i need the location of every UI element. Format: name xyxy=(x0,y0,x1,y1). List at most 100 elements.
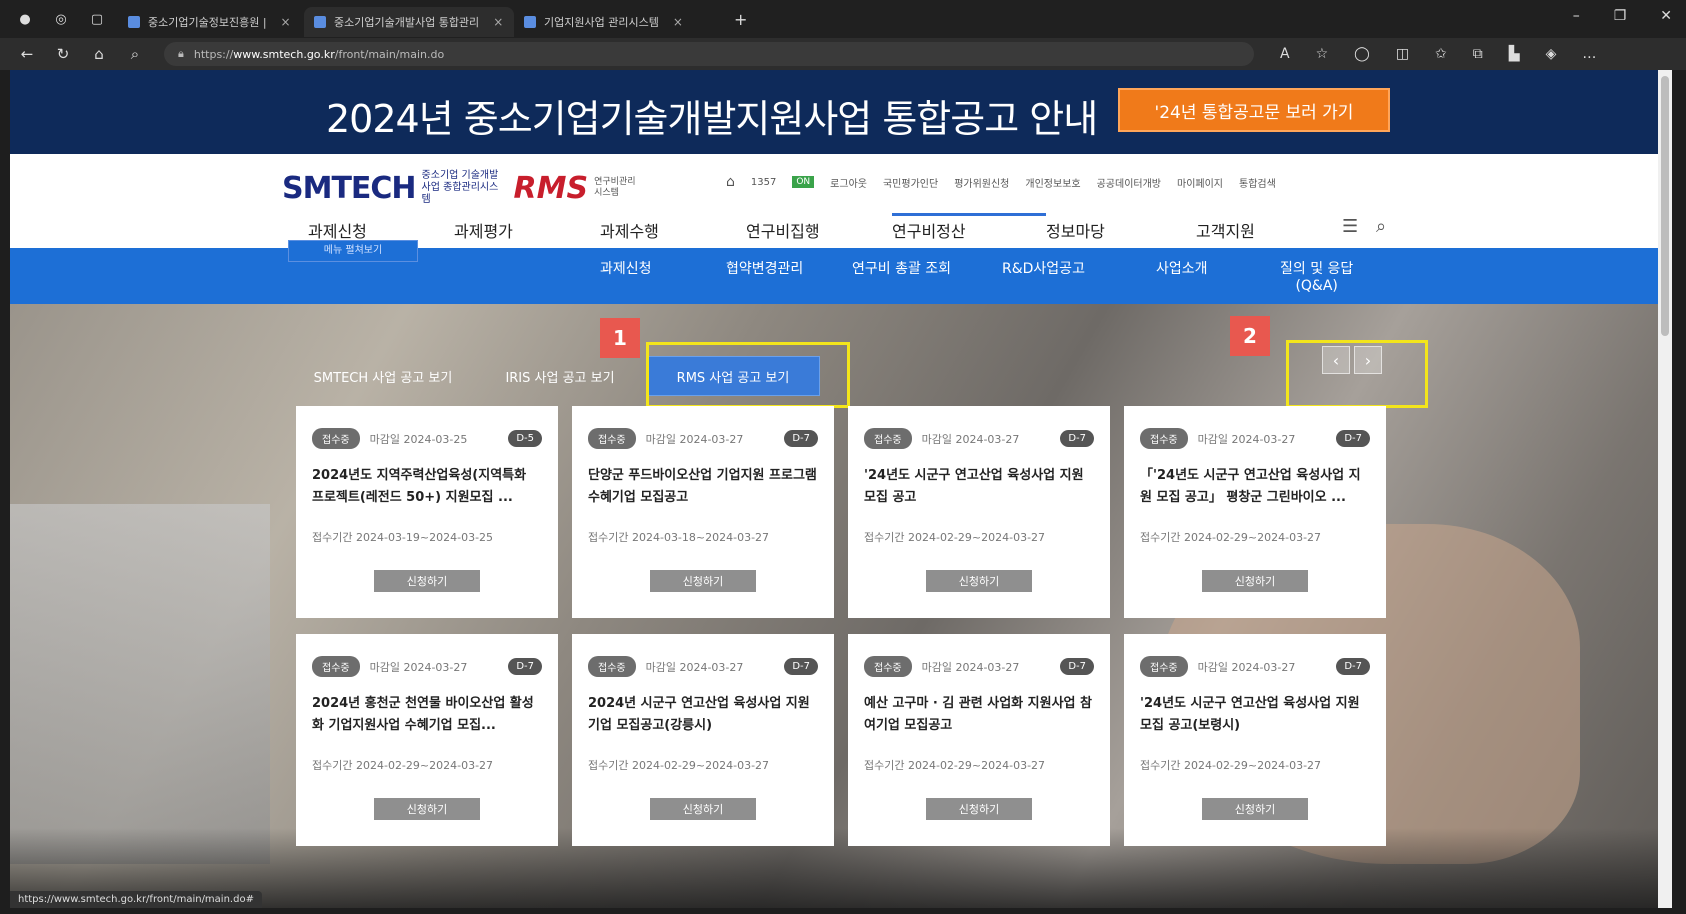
announcement-card[interactable]: 접수중 마감일 2024-03-27 D-7 단양군 푸드바이오산업 기업지원 프로… xyxy=(572,406,834,618)
card-title[interactable]: 「'24년도 시군구 연고산업 육성사업 지원 모집 공고」 평창군 그린바이오… xyxy=(1140,465,1370,509)
apply-button[interactable]: 신청하기 xyxy=(374,570,480,592)
util-mypage[interactable]: 마이페이지 xyxy=(1177,175,1223,190)
util-evaluator[interactable]: 평가위원신청 xyxy=(954,175,1009,190)
home-icon[interactable]: ⌂ xyxy=(90,45,108,63)
scrollbar-thumb[interactable] xyxy=(1661,76,1669,336)
util-citizen-panel[interactable]: 국민평가인단 xyxy=(883,175,938,190)
util-search[interactable]: 통합검색 xyxy=(1239,175,1276,190)
announcement-card[interactable]: 접수중 마감일 2024-03-27 D-7 예산 고구마 · 김 관련 사업화 지… xyxy=(848,634,1110,846)
card-title[interactable]: '24년도 시군구 연고산업 육성사업 지원 모집 공고 xyxy=(864,465,1094,509)
apply-button[interactable]: 신청하기 xyxy=(926,570,1032,592)
nav-item[interactable]: 고객지원 xyxy=(1196,218,1306,242)
util-privacy[interactable]: 개인정보보호 xyxy=(1025,175,1080,190)
card-title[interactable]: 2024년 홍천군 천연물 바이오산업 활성화 기업지원사업 수혜기업 모집..… xyxy=(312,693,542,737)
nav-item[interactable]: 과제평가 xyxy=(454,218,600,242)
nav-item[interactable]: 과제신청 xyxy=(308,218,454,242)
apply-button[interactable]: 신청하기 xyxy=(650,798,756,820)
close-tab-icon[interactable]: × xyxy=(281,15,291,29)
card-status: D-5 xyxy=(508,430,542,447)
url-host: www.smtech.go.kr xyxy=(233,47,335,61)
more-icon[interactable]: … xyxy=(1582,46,1596,62)
util-open-data[interactable]: 공공데이터개방 xyxy=(1097,175,1161,190)
subnav-item[interactable]: 협약변경관리 xyxy=(726,258,803,278)
close-tab-icon[interactable]: × xyxy=(673,15,683,29)
browser-tab[interactable]: 기업지원사업 관리시스템 × xyxy=(514,7,724,37)
nav-item[interactable]: 연구비집행 xyxy=(746,218,892,242)
marker-2: 2 xyxy=(1230,316,1270,356)
url-field[interactable]: 🔒︎ https:// www.smtech.go.kr /front/main… xyxy=(164,42,1254,66)
favorite-star-icon[interactable]: ☆ xyxy=(1316,46,1329,62)
card-meta: 접수중 마감일 2024-03-27 D-7 xyxy=(864,656,1094,677)
announcement-card[interactable]: 접수중 마감일 2024-03-27 D-7 2024년 시군구 연고산업 육성사업… xyxy=(572,634,834,846)
card-meta: 접수중 마감일 2024-03-27 D-7 xyxy=(588,428,818,449)
card-title[interactable]: 단양군 푸드바이오산업 기업지원 프로그램 수혜기업 모집공고 xyxy=(588,465,818,509)
refresh-icon[interactable]: ↻ xyxy=(54,45,72,63)
profile-icon[interactable]: ● xyxy=(14,8,36,30)
filter-smtech[interactable]: SMTECH 사업 공고 보기 xyxy=(292,356,474,396)
apply-button[interactable]: 신청하기 xyxy=(1202,798,1308,820)
card-title[interactable]: 2024년도 지역주력산업육성(지역특화 프로젝트(레전드 50+) 지원모집 … xyxy=(312,465,542,509)
browser-window: ● ◎ ▢ 중소기업기술정보진흥원 | × 중소기업기술개발사업 통합관리 × … xyxy=(0,0,1686,914)
carousel-pager: ‹ › xyxy=(1322,346,1382,374)
split-screen-icon[interactable]: ◫ xyxy=(1396,46,1409,62)
read-aloud-icon[interactable]: A xyxy=(1280,46,1290,62)
announcement-card[interactable]: 접수중 마감일 2024-03-25 D-5 2024년도 지역주력산업육성(지역특… xyxy=(296,406,558,618)
util-logout[interactable]: 로그아웃 xyxy=(830,175,867,190)
announcement-card[interactable]: 접수중 마감일 2024-03-27 D-7 2024년 홍천군 천연물 바이오산업… xyxy=(296,634,558,846)
card-deadline: 마감일 2024-03-27 xyxy=(1197,432,1296,446)
site-logo[interactable]: SMTECH 중소기업 기술개발사업 종합관리시스템 RMS 연구비관리시스템 xyxy=(282,170,636,206)
back-icon[interactable]: ← xyxy=(18,45,36,63)
browser-tab[interactable]: 중소기업기술정보진흥원 | × xyxy=(118,7,296,37)
next-arrow-icon[interactable]: › xyxy=(1354,346,1382,374)
favorites-icon[interactable]: ✩ xyxy=(1435,46,1447,62)
menu-expand[interactable]: 메뉴 펼쳐보기 xyxy=(288,240,418,262)
browser-tab-active[interactable]: 중소기업기술개발사업 통합관리 × xyxy=(304,7,514,37)
performance-icon[interactable]: ▙ xyxy=(1509,46,1520,62)
new-tab-icon[interactable]: + xyxy=(734,10,747,29)
card-title[interactable]: 예산 고구마 · 김 관련 사업화 지원사업 참여기업 모집공고 xyxy=(864,693,1094,737)
card-tag: 접수중 xyxy=(588,656,636,677)
tab-label: 중소기업기술정보진흥원 | xyxy=(148,16,267,29)
notice-button[interactable]: '24년 통합공고문 보러 가기 xyxy=(1118,88,1390,132)
banner-title: 2024년 중소기업기술개발지원사업 통합공고 안내 xyxy=(326,97,1098,141)
search-icon[interactable]: ⌕ xyxy=(126,45,144,63)
page-scrollbar[interactable] xyxy=(1658,70,1672,908)
announcement-card[interactable]: 접수중 마감일 2024-03-27 D-7 「'24년도 시군구 연고산업 육성사… xyxy=(1124,406,1386,618)
copilot-icon[interactable]: ◈ xyxy=(1546,46,1557,62)
home-icon[interactable]: ⌂ xyxy=(726,174,735,190)
highlight-box-1 xyxy=(646,342,850,408)
subnav-item[interactable]: 사업소개 xyxy=(1156,258,1208,278)
url-prefix: https:// xyxy=(193,47,234,61)
apply-button[interactable]: 신청하기 xyxy=(650,570,756,592)
apply-button[interactable]: 신청하기 xyxy=(1202,570,1308,592)
restore-icon[interactable]: ❐ xyxy=(1614,8,1627,24)
util-phone: 1357 xyxy=(750,176,777,188)
nav-item[interactable]: 정보마당 xyxy=(1046,218,1196,242)
menu-icon[interactable]: ☰ xyxy=(1342,216,1358,237)
collections-icon[interactable]: ⧉ xyxy=(1473,46,1483,62)
card-title[interactable]: 2024년 시군구 연고산업 육성사업 지원 기업 모집공고(강릉시) xyxy=(588,693,818,737)
smtech-logo-subtitle: 중소기업 기술개발사업 종합관리시스템 xyxy=(421,170,499,205)
subnav-item[interactable]: R&D사업공고 xyxy=(1002,258,1085,278)
tab-actions-icon[interactable]: ▢ xyxy=(86,8,108,30)
announcement-card[interactable]: 접수중 마감일 2024-03-27 D-7 '24년도 시군구 연고산업 육성사업… xyxy=(1124,634,1386,846)
close-window-icon[interactable]: ✕ xyxy=(1660,8,1672,24)
card-meta: 접수중 마감일 2024-03-27 D-7 xyxy=(1140,656,1370,677)
close-tab-icon[interactable]: × xyxy=(493,15,503,29)
minimize-icon[interactable]: – xyxy=(1573,8,1580,24)
filter-iris[interactable]: IRIS 사업 공고 보기 xyxy=(480,356,640,396)
nav-item[interactable]: 과제수행 xyxy=(600,218,746,242)
apply-button[interactable]: 신청하기 xyxy=(374,798,480,820)
subnav-item[interactable]: 연구비 총괄 조회 xyxy=(852,258,951,278)
rms-logo: RMS xyxy=(513,170,589,206)
subnav-item-qa[interactable]: 질의 및 응답 (Q&A) xyxy=(1280,258,1353,294)
workspaces-icon[interactable]: ◎ xyxy=(50,8,72,30)
subnav-item[interactable]: 과제신청 xyxy=(600,258,652,278)
prev-arrow-icon[interactable]: ‹ xyxy=(1322,346,1350,374)
card-title[interactable]: '24년도 시군구 연고산업 육성사업 지원 모집 공고(보령시) xyxy=(1140,693,1370,737)
apply-button[interactable]: 신청하기 xyxy=(926,798,1032,820)
search-icon[interactable]: ⌕ xyxy=(1376,216,1386,237)
announcement-card[interactable]: 접수중 마감일 2024-03-27 D-7 '24년도 시군구 연고산업 육성사업… xyxy=(848,406,1110,618)
nav-item-active[interactable]: 연구비정산 xyxy=(892,213,1046,242)
extension-icon[interactable]: ◯ xyxy=(1354,46,1370,62)
